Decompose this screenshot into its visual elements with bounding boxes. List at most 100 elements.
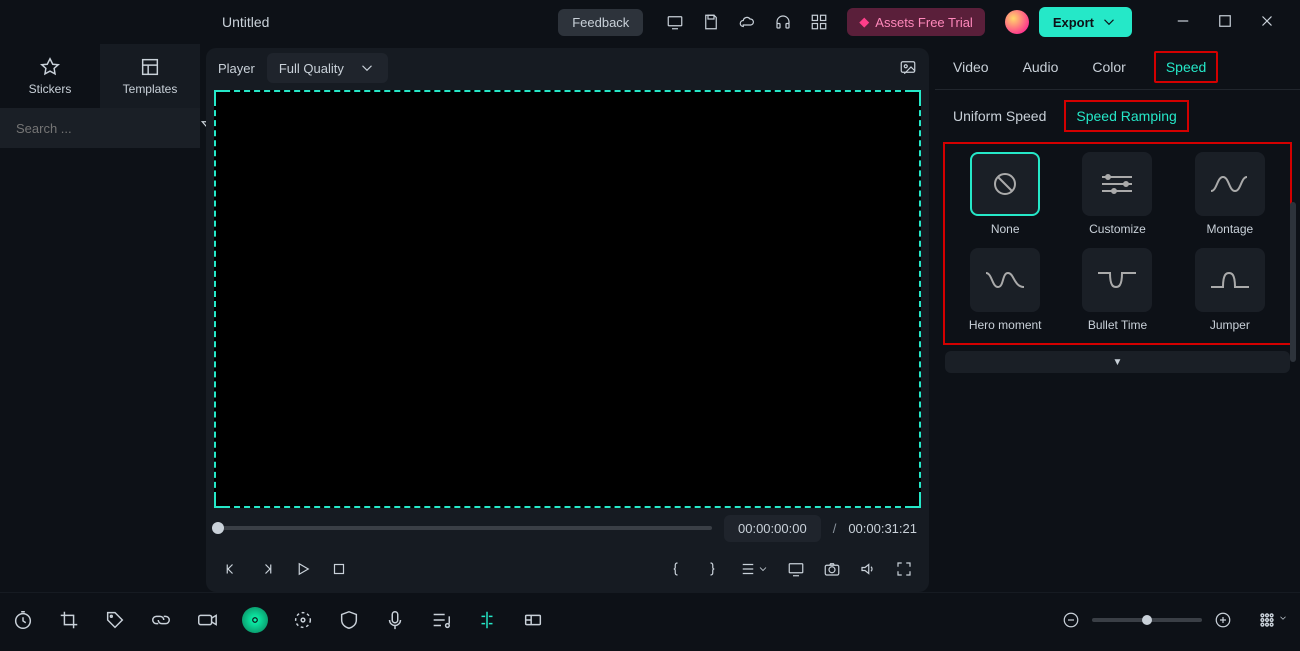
- preview-canvas[interactable]: [214, 90, 921, 508]
- crop-button[interactable]: [58, 609, 80, 631]
- feedback-button[interactable]: Feedback: [558, 9, 643, 36]
- timer-button[interactable]: [12, 609, 34, 631]
- tab-color[interactable]: Color: [1086, 55, 1131, 79]
- stop-button[interactable]: [330, 560, 348, 581]
- link-button[interactable]: [150, 609, 172, 631]
- minimize-button[interactable]: [1174, 12, 1192, 33]
- expand-button[interactable]: ▼: [945, 351, 1290, 373]
- tag-button[interactable]: [104, 609, 126, 631]
- export-label: Export: [1053, 15, 1094, 30]
- zoom-out-button[interactable]: [1062, 611, 1080, 629]
- search-input[interactable]: [16, 121, 192, 136]
- preset-montage[interactable]: Montage: [1182, 152, 1278, 238]
- save-icon[interactable]: [699, 10, 723, 34]
- chevron-down-icon: [1100, 13, 1118, 31]
- subtab-speed-ramping[interactable]: Speed Ramping: [1064, 100, 1188, 132]
- play-button[interactable]: [294, 560, 312, 581]
- shield-button[interactable]: [338, 609, 360, 631]
- preset-none-label: None: [991, 222, 1020, 238]
- brace-open-icon[interactable]: [667, 560, 685, 581]
- tab-stickers-label: Stickers: [29, 82, 72, 96]
- project-title: Untitled: [222, 14, 269, 30]
- assets-trial-label: Assets Free Trial: [875, 15, 973, 30]
- duration: 00:00:31:21: [848, 521, 917, 536]
- stickers-icon: [39, 56, 61, 78]
- handle-bl[interactable]: [214, 498, 224, 508]
- sliders-icon: [1094, 169, 1140, 199]
- scrubber[interactable]: [218, 526, 712, 530]
- montage-curve-icon: [1207, 169, 1253, 199]
- zoom-slider[interactable]: [1092, 618, 1202, 622]
- split-button[interactable]: [476, 609, 498, 631]
- theme-icon[interactable]: [1005, 10, 1029, 34]
- preset-hero-moment[interactable]: Hero moment: [957, 248, 1053, 334]
- hero-curve-icon: [982, 265, 1028, 295]
- handle-br[interactable]: [911, 498, 921, 508]
- camera-button[interactable]: [823, 560, 841, 581]
- bullet-curve-icon: [1094, 265, 1140, 295]
- current-time: 00:00:00:00: [724, 515, 821, 542]
- export-button[interactable]: Export: [1039, 7, 1132, 37]
- zoom-control: [1062, 611, 1232, 629]
- screen-icon[interactable]: [663, 10, 687, 34]
- mic-button[interactable]: [384, 609, 406, 631]
- player-label: Player: [218, 61, 255, 76]
- volume-button[interactable]: [859, 560, 877, 581]
- scrubber-handle[interactable]: [212, 522, 224, 534]
- preset-none[interactable]: None: [957, 152, 1053, 238]
- avatar-button[interactable]: [242, 607, 268, 633]
- display-button[interactable]: [787, 560, 805, 581]
- playlist-button[interactable]: [430, 609, 452, 631]
- preset-jumper[interactable]: Jumper: [1182, 248, 1278, 334]
- tab-speed[interactable]: Speed: [1154, 51, 1218, 83]
- diamond-icon: ◆: [859, 14, 869, 30]
- maximize-button[interactable]: [1216, 12, 1234, 33]
- subtab-uniform-speed[interactable]: Uniform Speed: [953, 108, 1046, 124]
- aspect-button[interactable]: [522, 609, 544, 631]
- top-bar: Untitled Feedback ◆ Assets Free Trial Ex…: [0, 0, 1300, 44]
- preset-jumper-label: Jumper: [1210, 318, 1250, 334]
- scrollbar[interactable]: [1290, 202, 1296, 362]
- close-button[interactable]: [1258, 12, 1276, 33]
- quality-value: Full Quality: [279, 61, 344, 76]
- grid-icon[interactable]: [807, 10, 831, 34]
- right-panel: Video Audio Color Speed Uniform Speed Sp…: [935, 44, 1300, 592]
- handle-tr[interactable]: [911, 90, 921, 100]
- player-panel: Player Full Quality 00:00:00:00 / 00:00:…: [206, 48, 929, 592]
- templates-icon: [139, 56, 161, 78]
- assets-trial-button[interactable]: ◆ Assets Free Trial: [847, 8, 985, 36]
- bottom-toolbar: [0, 592, 1300, 647]
- preset-montage-label: Montage: [1206, 222, 1253, 238]
- headset-icon[interactable]: [771, 10, 795, 34]
- step-back-button[interactable]: [222, 560, 240, 581]
- preset-customize[interactable]: Customize: [1069, 152, 1165, 238]
- zoom-handle[interactable]: [1142, 615, 1152, 625]
- preset-customize-label: Customize: [1089, 222, 1146, 238]
- left-panel: Stickers Templates: [0, 44, 200, 592]
- cloud-icon[interactable]: [735, 10, 759, 34]
- preset-bullet-label: Bullet Time: [1088, 318, 1147, 334]
- tab-templates[interactable]: Templates: [100, 44, 200, 108]
- step-fwd-button[interactable]: [258, 560, 276, 581]
- time-separator: /: [833, 521, 837, 536]
- grid-view-button[interactable]: [1256, 609, 1288, 631]
- handle-tl[interactable]: [214, 90, 224, 100]
- record-button[interactable]: [196, 609, 218, 631]
- chevron-down-icon: [358, 59, 376, 77]
- brace-close-icon[interactable]: [703, 560, 721, 581]
- zoom-in-button[interactable]: [1214, 611, 1232, 629]
- snapshot-icon[interactable]: [899, 58, 917, 79]
- fullscreen-button[interactable]: [895, 560, 913, 581]
- search-bar: [0, 108, 200, 148]
- preset-bullet-time[interactable]: Bullet Time: [1069, 248, 1165, 334]
- tab-audio[interactable]: Audio: [1017, 55, 1065, 79]
- effects-button[interactable]: [292, 609, 314, 631]
- preset-hero-label: Hero moment: [969, 318, 1042, 334]
- tab-video[interactable]: Video: [947, 55, 995, 79]
- tab-templates-label: Templates: [123, 82, 178, 96]
- align-button[interactable]: [739, 560, 769, 581]
- quality-dropdown[interactable]: Full Quality: [267, 53, 388, 83]
- tab-stickers[interactable]: Stickers: [0, 44, 100, 108]
- jumper-curve-icon: [1207, 265, 1253, 295]
- none-icon: [982, 169, 1028, 199]
